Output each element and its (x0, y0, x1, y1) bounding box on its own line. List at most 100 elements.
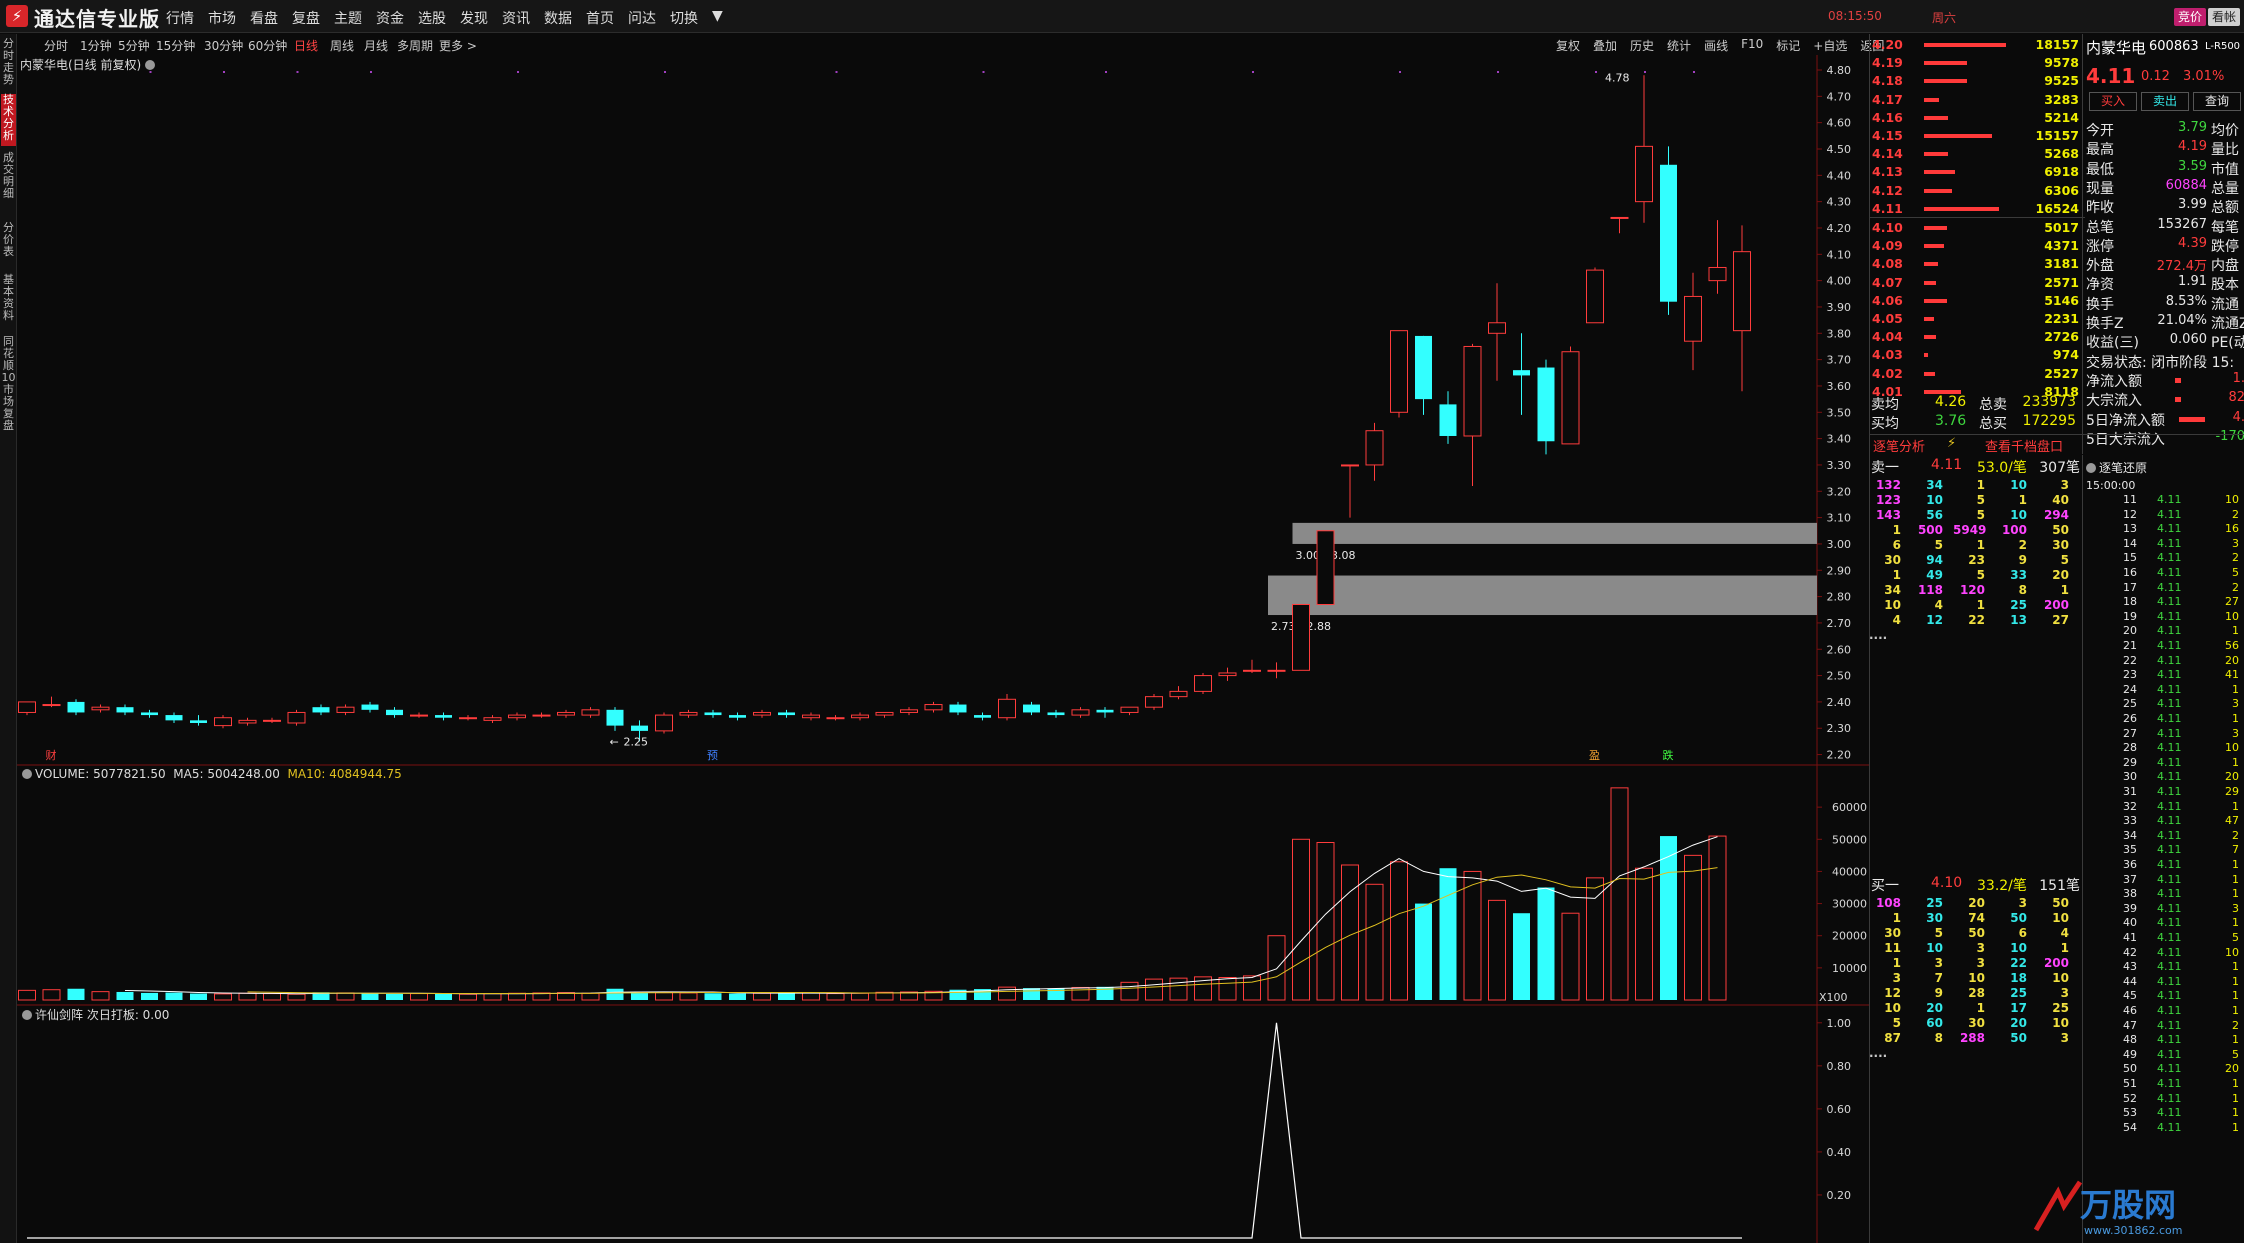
candle[interactable] (924, 701, 943, 713)
candle[interactable] (1316, 530, 1335, 605)
candle[interactable] (900, 707, 918, 716)
period-tab-6[interactable]: 日线 (294, 37, 318, 54)
menu-item-5[interactable]: 资金 (376, 8, 404, 28)
candle[interactable] (361, 701, 379, 713)
menu-item-4[interactable]: 主题 (334, 8, 362, 28)
chart-tool-3[interactable]: 统计 (1667, 37, 1691, 54)
menu-item-12[interactable]: 切换 (670, 8, 698, 28)
candle[interactable] (1586, 267, 1604, 324)
menu-item-0[interactable]: 行情 (166, 8, 194, 28)
left-tab-0[interactable]: 分时走势 (1, 38, 16, 86)
candle[interactable] (655, 712, 673, 734)
event-mark[interactable]: 盈 (1589, 749, 1600, 762)
chart-tool-2[interactable]: 历史 (1630, 37, 1654, 54)
candle[interactable] (435, 712, 452, 721)
event-mark[interactable]: 跌 (1663, 748, 1674, 762)
candle[interactable] (851, 712, 869, 721)
menu-item-9[interactable]: 数据 (544, 8, 572, 28)
left-tab-5[interactable]: 同花顺10 (1, 336, 16, 384)
menu-item-3[interactable]: 复盘 (292, 8, 320, 28)
candle[interactable] (1635, 75, 1653, 223)
chart-area[interactable]: 4.80 4.70 4.60 4.50 4.40 4.30 4.20 4.10 4.00 3.90… (17, 55, 1869, 1243)
left-tab-2[interactable]: 成交明细 (1, 152, 16, 214)
view-account-button[interactable]: 看帐 (2208, 8, 2241, 26)
auction-button[interactable]: 竞价 (2174, 8, 2207, 26)
candle[interactable] (336, 704, 355, 716)
period-tab-9[interactable]: 多周期 (397, 37, 433, 54)
candle[interactable] (1047, 709, 1065, 718)
event-mark[interactable]: 预 (707, 749, 718, 762)
candle[interactable] (1292, 603, 1310, 671)
buy-button[interactable]: 买入 (2089, 92, 2137, 111)
candle[interactable] (1488, 283, 1506, 381)
menu-item-10[interactable]: 首页 (586, 8, 614, 28)
period-tab-8[interactable]: 月线 (364, 37, 388, 54)
chart-tool-0[interactable]: 复权 (1556, 37, 1580, 54)
chart-tool-6[interactable]: 标记 (1776, 37, 1800, 54)
event-mark[interactable]: 财 (46, 748, 57, 762)
candle[interactable] (1390, 330, 1408, 418)
candle[interactable] (1415, 335, 1432, 415)
order-depth-button[interactable]: 查看千档盘口 (1985, 436, 2063, 455)
candle[interactable] (1660, 146, 1677, 315)
candle[interactable] (974, 712, 991, 721)
candle[interactable] (263, 717, 281, 723)
period-tab-5[interactable]: 60分钟 (248, 37, 287, 54)
period-tab-10[interactable]: 更多 > (439, 37, 477, 54)
candle[interactable] (116, 704, 134, 716)
candle[interactable] (1708, 220, 1727, 294)
menu-item-7[interactable]: 发现 (460, 8, 488, 28)
candle[interactable] (1071, 707, 1090, 718)
period-tab-0[interactable]: 分时 (44, 37, 68, 54)
candle[interactable] (729, 712, 746, 721)
menu-item-11[interactable]: 问达 (628, 8, 656, 28)
candle[interactable] (410, 712, 428, 718)
candle[interactable] (1733, 225, 1751, 392)
candle[interactable] (704, 709, 722, 718)
candle[interactable] (1439, 391, 1457, 444)
menu-item-13[interactable]: ▼ (712, 8, 723, 28)
chart-tool-5[interactable]: F10 (1741, 37, 1763, 54)
candle[interactable] (875, 711, 894, 718)
candle[interactable] (802, 712, 820, 721)
candle[interactable] (778, 709, 795, 718)
candle[interactable] (190, 715, 207, 726)
candle[interactable] (1513, 333, 1530, 415)
candle[interactable] (1145, 694, 1163, 710)
query-button[interactable]: 查询 (2193, 92, 2241, 111)
candle[interactable] (312, 704, 330, 716)
candle[interactable] (483, 715, 502, 723)
candle[interactable] (753, 709, 771, 718)
tick-analysis-button[interactable]: 逐笔分析 (1873, 436, 1925, 455)
indicator-settings-icon[interactable] (22, 1010, 32, 1020)
candle[interactable] (1169, 686, 1188, 700)
period-tab-2[interactable]: 5分钟 (118, 37, 150, 54)
volume-settings-icon[interactable] (22, 769, 32, 779)
candle[interactable] (1610, 216, 1629, 234)
period-tab-3[interactable]: 15分钟 (156, 37, 195, 54)
candle[interactable] (826, 715, 845, 721)
candle[interactable] (1341, 464, 1359, 518)
candle[interactable] (998, 694, 1016, 721)
candle[interactable] (238, 717, 257, 726)
menu-item-1[interactable]: 市场 (208, 8, 236, 28)
left-tab-1[interactable]: 技术分析 (1, 94, 16, 146)
period-tab-7[interactable]: 周线 (330, 37, 354, 54)
candle[interactable] (1194, 672, 1212, 695)
candle[interactable] (508, 712, 526, 721)
chart-tool-1[interactable]: 叠加 (1593, 37, 1617, 54)
candle[interactable] (18, 701, 36, 716)
candle[interactable] (1267, 662, 1286, 679)
period-tab-1[interactable]: 1分钟 (80, 37, 112, 54)
period-tab-4[interactable]: 30分钟 (204, 37, 243, 54)
candle[interactable] (141, 709, 158, 718)
candle[interactable] (214, 715, 232, 729)
left-tab-4[interactable]: 基本资料 (1, 274, 16, 328)
menu-item-6[interactable]: 选股 (418, 8, 446, 28)
candle[interactable] (581, 707, 600, 718)
candle[interactable] (459, 715, 477, 721)
candle[interactable] (1365, 422, 1384, 481)
candle[interactable] (1561, 346, 1580, 445)
candle[interactable] (1243, 659, 1261, 673)
candle[interactable] (386, 707, 403, 718)
